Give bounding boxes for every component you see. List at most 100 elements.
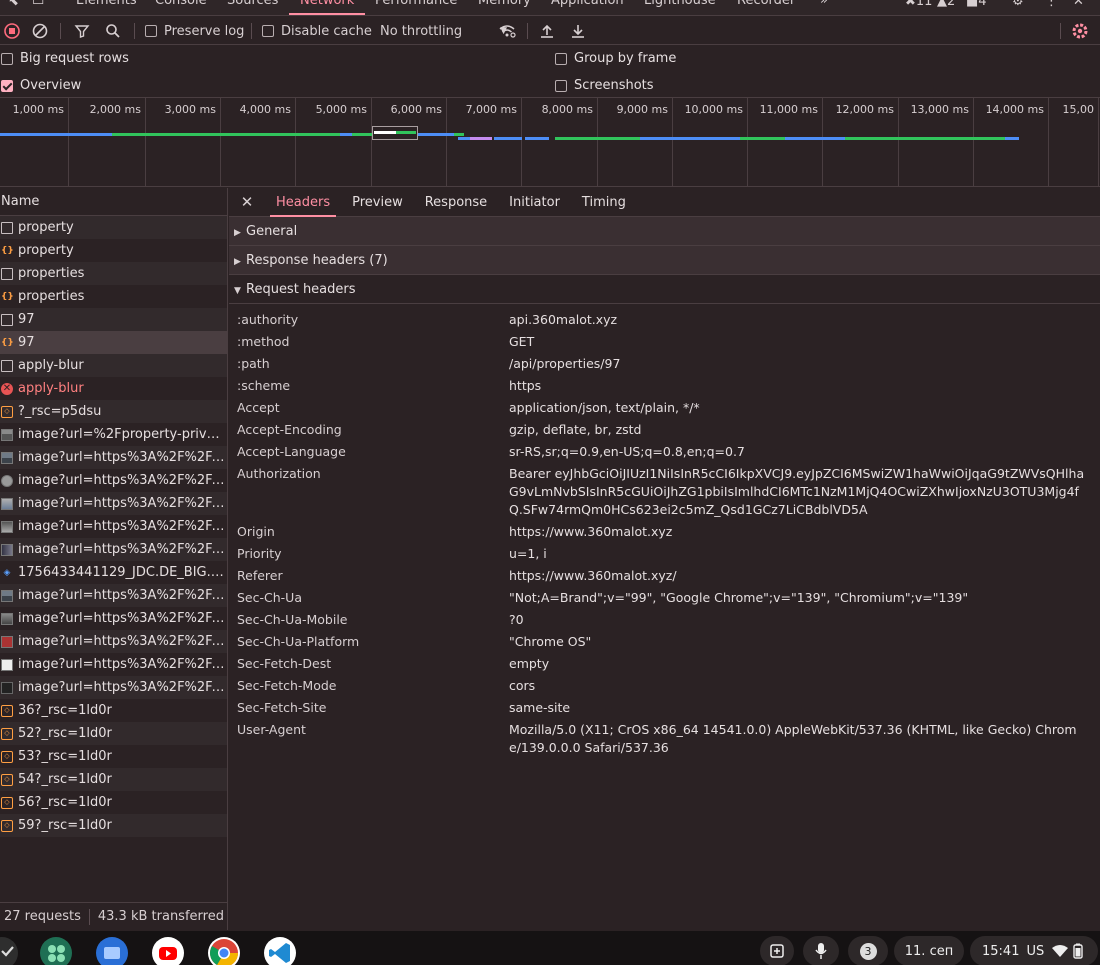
request-row[interactable]: ◇ 52?_rsc=1ld0r [0, 722, 227, 745]
launcher-icon[interactable] [0, 937, 18, 965]
system-tray-button[interactable]: 15:41 US [970, 936, 1098, 965]
device-toolbar-icon[interactable]: ▭ [32, 0, 44, 9]
request-headers-section-toggle[interactable]: ▼ Request headers [229, 275, 1100, 304]
request-row[interactable]: image?url=https%3A%2F%2Fapi... [0, 607, 227, 630]
header-value[interactable]: GET [509, 333, 1099, 351]
chrome-app-icon[interactable] [208, 937, 240, 965]
header-value[interactable]: https://www.360malot.xyz/ [509, 567, 1099, 585]
import-har-button[interactable] [539, 21, 555, 41]
tab-memory[interactable]: Memory [478, 0, 531, 8]
header-value[interactable]: Bearer eyJhbGciOiJIUzI1NiIsInR5cCI6IkpXV… [509, 465, 1099, 519]
youtube-app-icon[interactable] [152, 937, 184, 965]
tab-application[interactable]: Application [551, 0, 624, 8]
request-row[interactable]: image?url=https%3A%2F%2Fapi... [0, 469, 227, 492]
header-value[interactable]: same-site [509, 699, 1099, 717]
app-grid-icon[interactable] [40, 937, 72, 965]
tab-network[interactable]: Network [300, 0, 354, 8]
files-app-icon[interactable] [96, 937, 128, 965]
header-value[interactable]: ?0 [509, 611, 1099, 629]
request-row[interactable]: ✕ apply-blur [0, 377, 227, 400]
request-row[interactable]: ◈ 1756433441129_JDC.DE_BIG.svg [0, 561, 227, 584]
notification-center-button[interactable]: 3 [848, 936, 888, 965]
request-row[interactable]: ◇ 59?_rsc=1ld0r [0, 814, 227, 837]
request-row[interactable]: image?url=https%3A%2F%2Fapi... [0, 676, 227, 699]
header-value[interactable]: application/json, text/plain, */* [509, 399, 1099, 417]
header-value[interactable]: https [509, 377, 1099, 395]
request-row[interactable]: ◇ 56?_rsc=1ld0r [0, 791, 227, 814]
request-row[interactable]: property [0, 216, 227, 239]
overview-checkbox[interactable]: Overview [1, 78, 81, 93]
request-row[interactable]: image?url=https%3A%2F%2Fapi... [0, 446, 227, 469]
header-value[interactable]: "Not;A=Brand";v="99", "Google Chrome";v=… [509, 589, 1099, 607]
header-value[interactable]: https://www.360malot.xyz [509, 523, 1099, 541]
kebab-menu-icon[interactable]: ⋮ [1045, 0, 1058, 9]
header-value[interactable]: cors [509, 677, 1099, 695]
close-details-icon[interactable]: ✕ [229, 193, 265, 211]
throttling-select[interactable]: No throttling ▼ [380, 21, 507, 41]
tab-response[interactable]: Response [414, 188, 498, 217]
clear-button[interactable] [32, 21, 48, 41]
request-row[interactable]: image?url=https%3A%2F%2Fapi... [0, 653, 227, 676]
tab-initiator[interactable]: Initiator [498, 188, 571, 217]
name-column-header[interactable]: Name [0, 188, 227, 216]
inspect-icon[interactable]: ⬉ [8, 0, 19, 9]
request-row[interactable]: image?url=https%3A%2F%2Fapi... [0, 492, 227, 515]
request-row[interactable]: image?url=https%3A%2F%2Fapi... [0, 538, 227, 561]
request-row[interactable]: ◇ 54?_rsc=1ld0r [0, 768, 227, 791]
network-settings-button[interactable] [1071, 21, 1089, 41]
record-button[interactable] [4, 21, 20, 41]
calendar-date-button[interactable]: 11. сеп [894, 936, 964, 965]
group-by-frame-checkbox[interactable]: Group by frame [555, 51, 676, 66]
tab-lighthouse[interactable]: Lighthouse [644, 0, 716, 8]
header-value[interactable]: Mozilla/5.0 (X11; CrOS x86_64 14541.0.0)… [509, 721, 1099, 757]
request-row[interactable]: ◇ ?_rsc=p5dsu [0, 400, 227, 423]
vscode-app-icon[interactable] [264, 937, 296, 965]
tab-headers[interactable]: Headers [265, 188, 341, 217]
request-row[interactable]: image?url=%2Fproperty-private... [0, 423, 227, 446]
request-row[interactable]: {} property [0, 239, 227, 262]
tab-elements[interactable]: Elements [76, 0, 137, 8]
header-value[interactable]: "Chrome OS" [509, 633, 1099, 651]
header-value[interactable]: /api/properties/97 [509, 355, 1099, 373]
voice-input-button[interactable] [803, 936, 839, 965]
request-row[interactable]: {} properties [0, 285, 227, 308]
settings-gear-icon[interactable]: ⚙ [1012, 0, 1024, 9]
request-row[interactable]: 97 [0, 308, 227, 331]
tab-console[interactable]: Console [155, 0, 207, 8]
close-devtools-icon[interactable]: ✕ [1073, 0, 1084, 9]
tab-timing[interactable]: Timing [571, 188, 637, 217]
request-row[interactable]: ◇ 36?_rsc=1ld0r [0, 699, 227, 722]
network-conditions-button[interactable] [498, 21, 516, 41]
message-count-badge[interactable]: ■4 [966, 0, 987, 9]
more-tabs-icon[interactable]: » [820, 0, 828, 8]
tote-button[interactable] [760, 936, 794, 965]
search-button[interactable] [105, 21, 121, 41]
request-row[interactable]: image?url=https%3A%2F%2Fapi... [0, 515, 227, 538]
tab-performance[interactable]: Performance [375, 0, 457, 8]
filter-button[interactable] [74, 21, 90, 41]
header-value[interactable]: sr-RS,sr;q=0.9,en-US;q=0.8,en;q=0.7 [509, 443, 1099, 461]
header-value[interactable]: gzip, deflate, br, zstd [509, 421, 1099, 439]
disable-cache-checkbox[interactable]: Disable cache [262, 21, 372, 41]
screenshots-checkbox[interactable]: Screenshots [555, 78, 654, 93]
network-overview-timeline[interactable]: 1,000 ms 2,000 ms 3,000 ms 4,000 ms 5,000 ms… [0, 98, 1100, 187]
warning-count-badge[interactable]: ▲2 [937, 0, 955, 9]
timeline-selection-window[interactable] [372, 126, 418, 140]
header-value[interactable]: api.360malot.xyz [509, 311, 1099, 329]
tab-recorder[interactable]: Recorder [737, 0, 795, 8]
request-row[interactable]: image?url=https%3A%2F%2Fapi... [0, 630, 227, 653]
request-row[interactable]: ◇ 53?_rsc=1ld0r [0, 745, 227, 768]
export-har-button[interactable] [570, 21, 586, 41]
big-request-rows-checkbox[interactable]: Big request rows [1, 51, 129, 66]
request-row[interactable]: properties [0, 262, 227, 285]
tab-sources[interactable]: Sources [227, 0, 278, 8]
tab-preview[interactable]: Preview [341, 188, 414, 217]
header-value[interactable]: empty [509, 655, 1099, 673]
header-value[interactable]: u=1, i [509, 545, 1099, 563]
preserve-log-checkbox[interactable]: Preserve log [145, 21, 244, 41]
error-count-badge[interactable]: ✖11 [905, 0, 932, 9]
request-row[interactable]: apply-blur [0, 354, 227, 377]
request-row[interactable]: {} 97 [0, 331, 227, 354]
general-section-toggle[interactable]: ▶ General [229, 217, 1100, 246]
response-headers-section-toggle[interactable]: ▶ Response headers (7) [229, 246, 1100, 275]
